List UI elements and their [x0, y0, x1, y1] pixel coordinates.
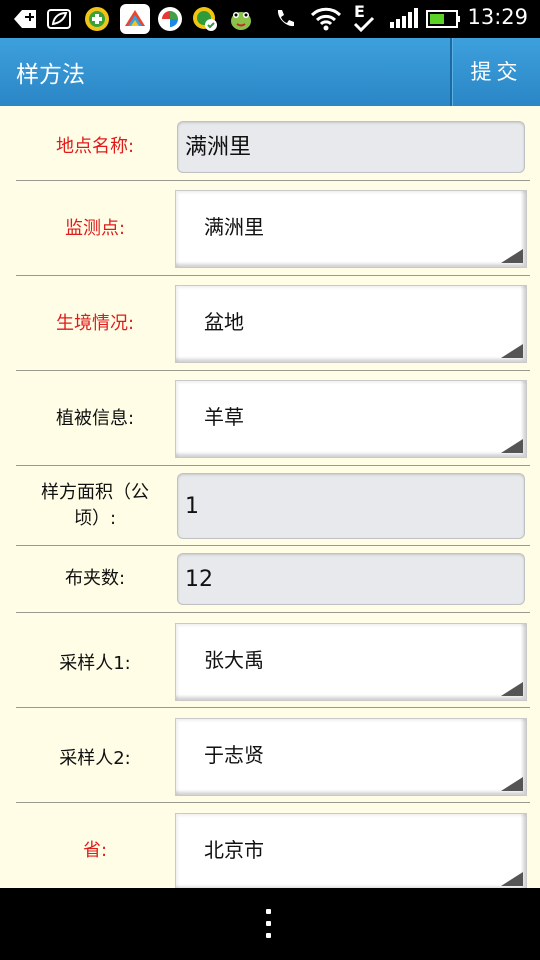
- row-sampler1: 采样人1: 张大禹: [16, 613, 530, 708]
- app-360-icon: [85, 7, 109, 31]
- vegetation-spinner[interactable]: 羊草: [175, 380, 527, 458]
- habitat-spinner[interactable]: 盆地: [175, 285, 527, 363]
- habitat-value: 盆地: [204, 310, 244, 334]
- place-name-field[interactable]: 满洲里: [177, 121, 525, 173]
- status-bar: E 13:29: [0, 0, 540, 38]
- battery-icon: [426, 10, 460, 28]
- row-sampler2: 采样人2: 于志贤: [16, 708, 530, 803]
- sampler1-label: 采样人1:: [59, 653, 131, 674]
- clock-time: 13:29: [467, 5, 528, 29]
- data-check-icon: [353, 16, 375, 33]
- add-icon: [14, 10, 36, 28]
- plot-area-label-line1: 样方面积（公: [41, 482, 149, 503]
- province-value: 北京市: [204, 838, 264, 862]
- spinner-arrow-icon: [501, 777, 523, 791]
- submit-button[interactable]: 提交: [453, 38, 540, 106]
- wifi-icon: [310, 7, 342, 31]
- action-divider: [450, 38, 452, 106]
- plot-area-label-line2: 顷）:: [73, 508, 117, 529]
- vegetation-value: 羊草: [204, 405, 244, 429]
- plot-area-field[interactable]: 1: [177, 473, 525, 539]
- province-spinner[interactable]: 北京市: [175, 813, 527, 891]
- row-place-name: 地点名称: 满洲里: [16, 106, 530, 181]
- sampler1-value: 张大禹: [204, 648, 264, 672]
- row-trap-count: 布夹数: 12: [16, 546, 530, 613]
- habitat-label: 生境情况:: [55, 313, 135, 334]
- navigation-bar: [0, 888, 540, 960]
- spinner-arrow-icon: [501, 249, 523, 263]
- row-monitor-point: 监测点: 满洲里: [16, 181, 530, 276]
- app-green-check-icon: [193, 7, 217, 31]
- vegetation-label: 植被信息:: [55, 408, 135, 429]
- sampler2-spinner[interactable]: 于志贤: [175, 718, 527, 796]
- trap-count-field[interactable]: 12: [177, 553, 525, 605]
- row-plot-area: 样方面积（公 顷）: 1: [16, 466, 530, 546]
- monitor-point-value: 满洲里: [204, 215, 264, 239]
- app-frog-icon: [231, 12, 251, 30]
- monitor-point-spinner[interactable]: 满洲里: [175, 190, 527, 268]
- place-name-label: 地点名称:: [55, 136, 135, 157]
- sampler1-spinner[interactable]: 张大禹: [175, 623, 527, 701]
- spinner-arrow-icon: [501, 872, 523, 886]
- sampler2-value: 于志贤: [204, 743, 264, 767]
- signal-icon: [390, 8, 418, 28]
- app-colorful-icon: [120, 4, 150, 34]
- app-swirl-icon: [158, 7, 182, 31]
- spinner-arrow-icon: [501, 439, 523, 453]
- row-province: 省: 北京市: [16, 803, 530, 893]
- sampler2-label: 采样人2:: [59, 748, 131, 769]
- menu-overflow-icon[interactable]: [266, 909, 272, 939]
- phone-icon: [277, 10, 294, 27]
- leaf-icon: [47, 9, 71, 29]
- province-label: 省:: [82, 840, 108, 861]
- spinner-arrow-icon: [501, 682, 523, 696]
- monitor-point-label: 监测点:: [64, 218, 126, 239]
- action-bar: 样方法 提交: [0, 38, 540, 106]
- plot-area-label: 样方面积（公 顷）:: [16, 480, 174, 532]
- trap-count-label: 布夹数:: [64, 568, 126, 589]
- row-habitat: 生境情况: 盆地: [16, 276, 530, 371]
- row-vegetation: 植被信息: 羊草: [16, 371, 530, 466]
- spinner-arrow-icon: [501, 344, 523, 358]
- page-title: 样方法: [16, 62, 85, 88]
